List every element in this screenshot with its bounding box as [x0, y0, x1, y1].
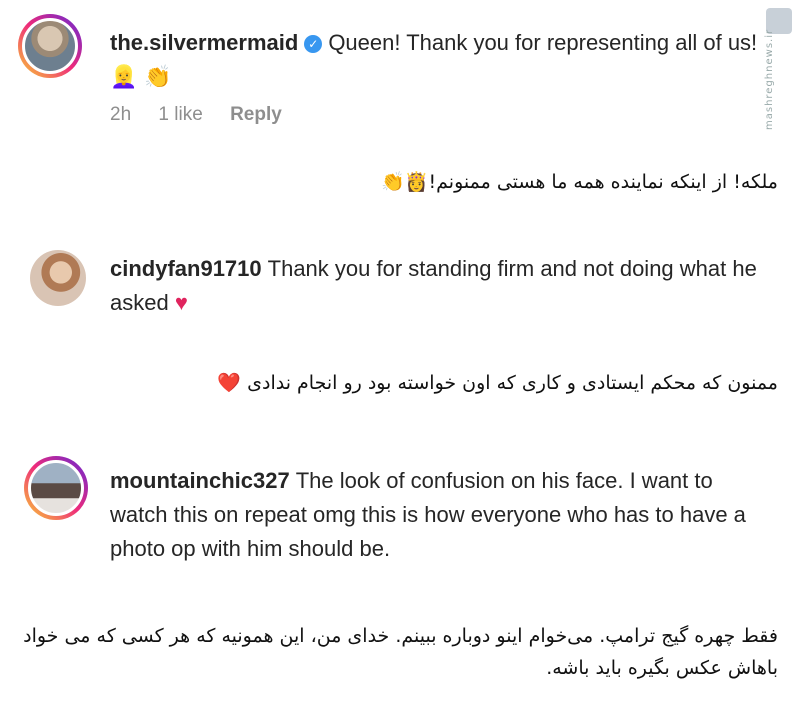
translation-2: ممنون که محکم ایستادی و کاری که اون خواس… — [18, 367, 778, 399]
verified-badge-icon: ✓ — [304, 35, 323, 53]
comment-username[interactable]: mountainchic327 — [110, 468, 290, 493]
comment-meta: 2h 1 like Reply — [110, 104, 304, 126]
comment-username[interactable]: cindyfan91710 — [110, 256, 262, 281]
comment-text: Queen! Thank you for representing all of… — [328, 30, 758, 55]
comment-likes[interactable]: 1 like — [158, 104, 202, 125]
comment-timestamp: 2h — [110, 104, 132, 125]
translation-3: فقط چهره گیج ترامپ. می‌خوام اینو دوباره … — [23, 625, 778, 679]
comment-2: cindyfan91710 Thank you for standing firm… — [18, 244, 778, 315]
comment-username[interactable]: the.silvermermaid — [110, 30, 298, 55]
comment-3: mountainchic327 The look of confusion on … — [18, 456, 778, 566]
comment-1: the.silvermermaid ✓ Queen! Thank you for r… — [18, 14, 778, 134]
avatar[interactable] — [30, 250, 86, 306]
reply-button[interactable]: Reply — [230, 104, 282, 125]
avatar[interactable] — [24, 456, 88, 520]
comment-emoji: 👱‍♀️ 👏 — [110, 65, 172, 90]
avatar-image — [30, 250, 86, 306]
avatar-image — [22, 18, 78, 74]
translation-1: ملکه! از اینکه نماینده همه ما هستی ممنون… — [381, 171, 778, 193]
translation-text: ممنون که محکم ایستادی و کاری که اون خواس… — [217, 372, 778, 394]
pink-heart-icon: ♥ — [174, 290, 188, 315]
avatar-image — [28, 460, 84, 516]
avatar[interactable] — [18, 14, 82, 78]
